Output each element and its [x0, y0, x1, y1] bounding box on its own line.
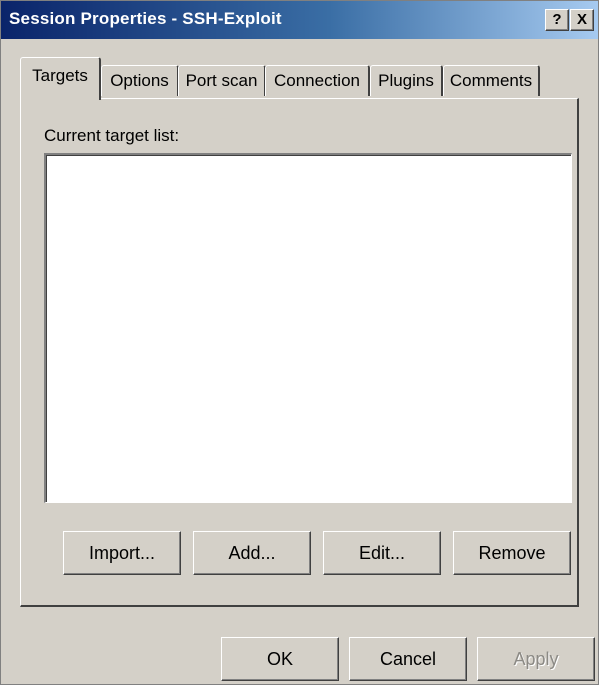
- help-icon: ?: [552, 11, 562, 28]
- session-properties-dialog: Session Properties - SSH-Exploit ? X Tar…: [0, 0, 599, 685]
- target-listbox[interactable]: [44, 153, 572, 503]
- close-icon: X: [576, 11, 587, 28]
- tab-targets[interactable]: Targets: [20, 57, 101, 100]
- current-target-list-label: Current target list:: [44, 126, 180, 145]
- tab-port-scan[interactable]: Port scan: [178, 65, 266, 96]
- ok-button[interactable]: OK: [221, 637, 339, 681]
- tab-connection[interactable]: Connection: [265, 65, 370, 96]
- cancel-button[interactable]: Cancel: [349, 637, 467, 681]
- remove-button[interactable]: Remove: [453, 531, 571, 575]
- close-button[interactable]: X: [570, 9, 594, 31]
- import-button[interactable]: Import...: [63, 531, 181, 575]
- apply-button[interactable]: Apply: [477, 637, 595, 681]
- tab-options[interactable]: Options: [101, 65, 179, 96]
- add-button[interactable]: Add...: [193, 531, 311, 575]
- title-bar[interactable]: Session Properties - SSH-Exploit ? X: [1, 1, 598, 39]
- tab-plugins[interactable]: Plugins: [370, 65, 443, 96]
- edit-button[interactable]: Edit...: [323, 531, 441, 575]
- window-title: Session Properties - SSH-Exploit: [9, 9, 282, 28]
- help-button[interactable]: ?: [545, 9, 569, 31]
- tab-comments[interactable]: Comments: [443, 65, 540, 96]
